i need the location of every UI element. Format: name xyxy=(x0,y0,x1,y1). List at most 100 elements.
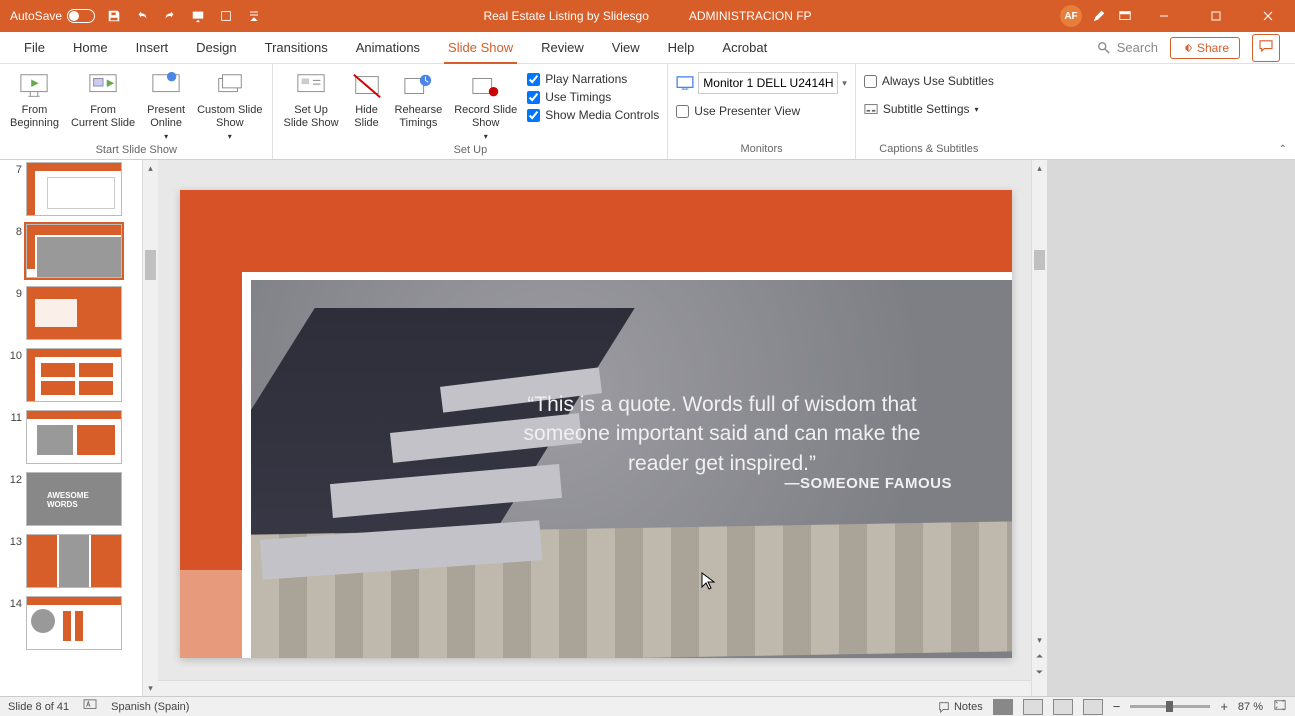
slideshow-view-button[interactable] xyxy=(1083,699,1103,715)
tab-animations[interactable]: Animations xyxy=(342,32,434,64)
ribbon: From Beginning From Current Slide Presen… xyxy=(0,64,1295,160)
thumbnail-14[interactable]: 14 xyxy=(4,596,134,650)
setup-slideshow-button[interactable]: Set Up Slide Show xyxy=(281,68,340,132)
right-panel-area xyxy=(1047,160,1295,696)
redo-icon[interactable] xyxy=(161,7,179,25)
scroll-thumb[interactable] xyxy=(145,250,156,280)
normal-view-button[interactable] xyxy=(993,699,1013,715)
tab-file[interactable]: File xyxy=(10,32,59,64)
scroll-up-icon[interactable]: ▴ xyxy=(143,160,158,176)
present-online-button[interactable]: Present Online▾ xyxy=(145,68,187,144)
close-button[interactable] xyxy=(1246,0,1290,32)
setup-slideshow-icon xyxy=(295,70,327,102)
quote-author[interactable]: —SOMEONE FAMOUS xyxy=(784,475,952,492)
slide-sorter-button[interactable] xyxy=(1023,699,1043,715)
menu-tabs: File Home Insert Design Transitions Anim… xyxy=(0,32,1295,64)
thumbnail-10[interactable]: 10 xyxy=(4,348,134,402)
spellcheck-icon[interactable] xyxy=(83,699,97,714)
prev-slide-icon[interactable]: ⏶ xyxy=(1032,648,1047,664)
titlebar: AutoSave Real Estate Listing by Slidesgo… xyxy=(0,0,1295,32)
reading-view-button[interactable] xyxy=(1053,699,1073,715)
monitor-select[interactable] xyxy=(698,72,838,94)
qat-more-icon[interactable] xyxy=(245,7,263,25)
search-input[interactable]: Search xyxy=(1097,40,1158,55)
thumbnails-scrollbar[interactable]: ▴ ▾ xyxy=(142,160,158,696)
tab-view[interactable]: View xyxy=(598,32,654,64)
from-current-button[interactable]: From Current Slide xyxy=(69,68,137,132)
minimize-button[interactable] xyxy=(1142,0,1186,32)
present-online-icon xyxy=(150,70,182,102)
rehearse-icon xyxy=(402,70,434,102)
autosave-label: AutoSave xyxy=(10,9,62,23)
rehearse-timings-button[interactable]: Rehearse Timings xyxy=(393,68,445,132)
slide-canvas-area[interactable]: “This is a quote. Words full of wisdom t… xyxy=(158,160,1047,696)
comments-button[interactable] xyxy=(1252,34,1280,62)
ribbon-display-icon[interactable] xyxy=(1116,7,1134,25)
group-label-setup: Set Up xyxy=(281,144,659,158)
tab-slide-show[interactable]: Slide Show xyxy=(434,32,527,64)
quote-text[interactable]: “This is a quote. Words full of wisdom t… xyxy=(492,390,952,478)
save-icon[interactable] xyxy=(105,7,123,25)
thumbnail-9[interactable]: 9 xyxy=(4,286,134,340)
scroll-down-icon[interactable]: ▾ xyxy=(1032,632,1047,648)
chevron-down-icon[interactable]: ▾ xyxy=(842,78,847,89)
canvas-horizontal-scrollbar[interactable] xyxy=(158,680,1031,696)
scroll-up-icon[interactable]: ▴ xyxy=(1032,160,1047,176)
group-captions: Always Use Subtitles Subtitle Settings ▾… xyxy=(856,64,1002,159)
subtitle-icon xyxy=(864,102,878,116)
thumbnail-11[interactable]: 11 xyxy=(4,410,134,464)
thumbnail-8[interactable]: 8 xyxy=(4,224,134,278)
use-presenter-check[interactable]: Use Presenter View xyxy=(676,102,800,120)
language-label[interactable]: Spanish (Spain) xyxy=(111,701,189,713)
notes-button[interactable]: Notes xyxy=(938,701,983,713)
canvas-vertical-scrollbar[interactable]: ▴ ▾ ⏶ ⏷ xyxy=(1031,160,1047,696)
custom-slideshow-button[interactable]: Custom Slide Show▾ xyxy=(195,68,264,144)
thumbnail-13[interactable]: 13 xyxy=(4,534,134,588)
share-icon xyxy=(1181,42,1193,54)
zoom-value[interactable]: 87 % xyxy=(1238,701,1263,713)
maximize-button[interactable] xyxy=(1194,0,1238,32)
workspace: 7 8 9 10 11 12 AWESOMEWORDS xyxy=(0,160,1047,696)
scroll-down-icon[interactable]: ▾ xyxy=(143,680,158,696)
from-beginning-button[interactable]: From Beginning xyxy=(8,68,61,132)
hide-slide-button[interactable]: Hide Slide xyxy=(349,68,385,132)
touch-mode-icon[interactable] xyxy=(217,7,235,25)
zoom-out-button[interactable]: − xyxy=(1113,699,1121,714)
comment-icon xyxy=(1259,40,1273,52)
fit-to-window-button[interactable] xyxy=(1273,699,1287,714)
notes-icon xyxy=(938,701,950,713)
play-narrations-check[interactable]: Play Narrations xyxy=(527,70,659,88)
document-title: Real Estate Listing by Slidesgo xyxy=(483,9,648,23)
tab-review[interactable]: Review xyxy=(527,32,598,64)
thumbnail-7[interactable]: 7 xyxy=(4,162,134,216)
group-monitors: ▾ Use Presenter View Monitors xyxy=(668,64,856,159)
group-label-start: Start Slide Show xyxy=(8,144,264,158)
group-label-captions: Captions & Subtitles xyxy=(864,143,994,157)
zoom-in-button[interactable]: + xyxy=(1220,699,1228,714)
tab-transitions[interactable]: Transitions xyxy=(251,32,342,64)
slide-content[interactable]: “This is a quote. Words full of wisdom t… xyxy=(180,190,1012,658)
undo-icon[interactable] xyxy=(133,7,151,25)
tab-help[interactable]: Help xyxy=(654,32,709,64)
always-subtitles-check[interactable]: Always Use Subtitles xyxy=(864,72,994,90)
show-media-check[interactable]: Show Media Controls xyxy=(527,106,659,124)
scroll-thumb[interactable] xyxy=(1034,250,1045,270)
zoom-slider[interactable] xyxy=(1130,705,1210,708)
subtitle-settings-button[interactable]: Subtitle Settings ▾ xyxy=(864,100,979,118)
tab-home[interactable]: Home xyxy=(59,32,122,64)
pen-icon[interactable] xyxy=(1090,7,1108,25)
thumbnail-12[interactable]: 12 AWESOMEWORDS xyxy=(4,472,134,526)
tab-acrobat[interactable]: Acrobat xyxy=(708,32,781,64)
tab-insert[interactable]: Insert xyxy=(122,32,183,64)
use-timings-check[interactable]: Use Timings xyxy=(527,88,659,106)
slideshow-quick-icon[interactable] xyxy=(189,7,207,25)
next-slide-icon[interactable]: ⏷ xyxy=(1032,664,1047,680)
custom-slideshow-icon xyxy=(214,70,246,102)
share-button[interactable]: Share xyxy=(1170,37,1240,59)
avatar[interactable]: AF xyxy=(1060,5,1082,27)
record-slideshow-button[interactable]: Record Slide Show▾ xyxy=(452,68,519,144)
collapse-ribbon-button[interactable]: ⌃ xyxy=(1279,144,1287,155)
slide-counter: Slide 8 of 41 xyxy=(8,701,69,713)
tab-design[interactable]: Design xyxy=(182,32,250,64)
autosave-toggle[interactable]: AutoSave xyxy=(10,9,95,23)
